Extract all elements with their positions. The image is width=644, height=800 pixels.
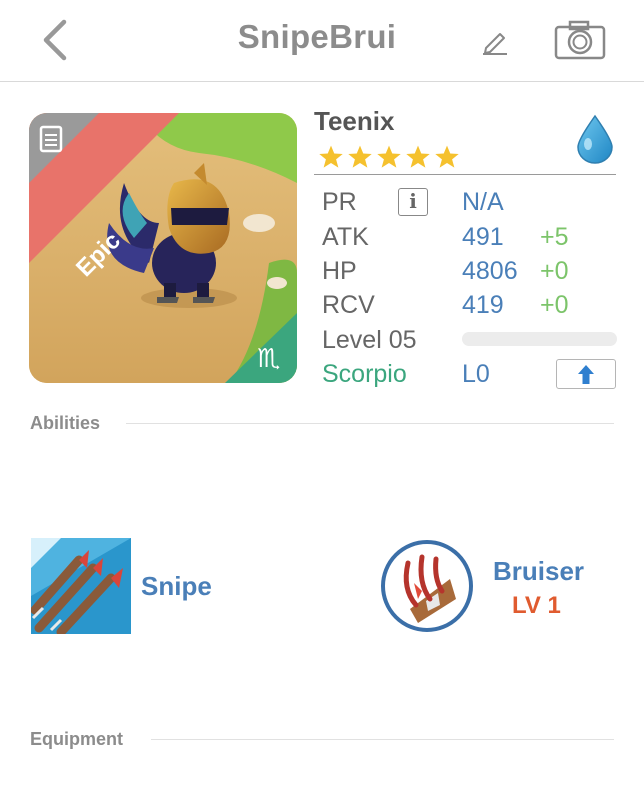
star-icon — [319, 145, 343, 168]
divider — [314, 174, 616, 175]
star-icon — [348, 145, 372, 168]
upgrade-button[interactable] — [556, 359, 616, 389]
star-icon — [377, 145, 401, 168]
divider — [126, 423, 614, 424]
camera-icon[interactable] — [554, 20, 606, 60]
svg-text:♏: ♏ — [257, 344, 280, 374]
rcv-bonus: +0 — [540, 291, 569, 319]
monster-portrait[interactable]: ♏ Epic — [29, 113, 297, 383]
ability-level: LV 1 — [512, 592, 561, 619]
ability-name: Bruiser — [493, 556, 585, 586]
star-icon — [435, 145, 459, 168]
rcv-label: RCV — [322, 291, 375, 319]
equipment-heading: Equipment — [30, 729, 123, 749]
abilities-heading: Abilities — [30, 413, 101, 433]
zodiac-level: L0 — [462, 360, 490, 388]
pr-value: N/A — [462, 188, 504, 216]
claw-icon[interactable] — [380, 539, 474, 633]
level-label: Level 05 — [322, 326, 417, 354]
nav-header: SnipeBrui — [0, 0, 644, 82]
star-rating — [318, 144, 460, 170]
atk-label: ATK — [322, 223, 369, 251]
atk-bonus: +5 — [540, 223, 569, 251]
monster-artwork: ♏ — [29, 113, 297, 383]
monster-name: Teenix — [314, 106, 395, 136]
hp-bonus: +0 — [540, 257, 569, 285]
star-icon — [406, 145, 430, 168]
zodiac-label: Scorpio — [322, 360, 407, 388]
water-drop-icon — [577, 114, 613, 164]
rcv-value: 419 — [462, 291, 504, 319]
pr-label: PR — [322, 188, 357, 216]
pencil-icon[interactable] — [480, 26, 510, 56]
level-progress-bar — [462, 332, 617, 346]
page-title: SnipeBrui — [237, 18, 397, 55]
hp-label: HP — [322, 257, 357, 285]
atk-value: 491 — [462, 223, 504, 251]
info-icon[interactable]: i — [398, 188, 428, 216]
hp-value: 4806 — [462, 257, 518, 285]
ability-name: Snipe — [141, 571, 212, 601]
arrows-icon[interactable] — [31, 538, 131, 634]
arrow-up-icon — [578, 365, 594, 384]
divider — [151, 739, 614, 740]
